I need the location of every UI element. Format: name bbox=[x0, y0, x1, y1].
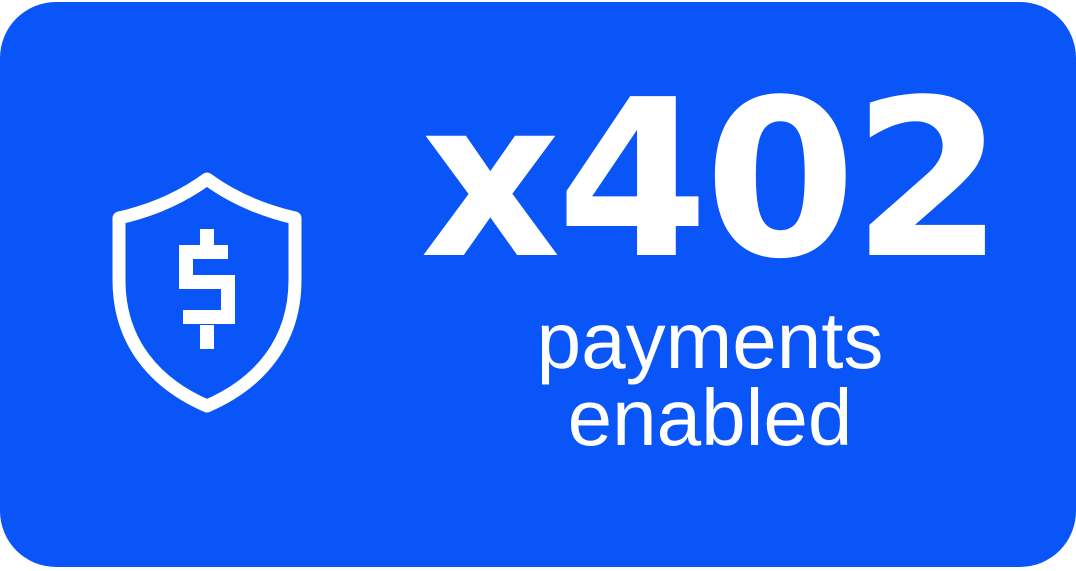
stat-badge: x402 payments enabled bbox=[0, 2, 1076, 567]
stat-caption: payments enabled bbox=[360, 296, 1060, 462]
caption-line-2: enabled bbox=[567, 373, 853, 462]
caption-line-1: payments bbox=[536, 296, 884, 385]
stat-multiplier: x402 bbox=[420, 54, 1004, 307]
shield-dollar-icon bbox=[108, 172, 306, 414]
stat-text: x402 payments enabled bbox=[360, 2, 1060, 571]
